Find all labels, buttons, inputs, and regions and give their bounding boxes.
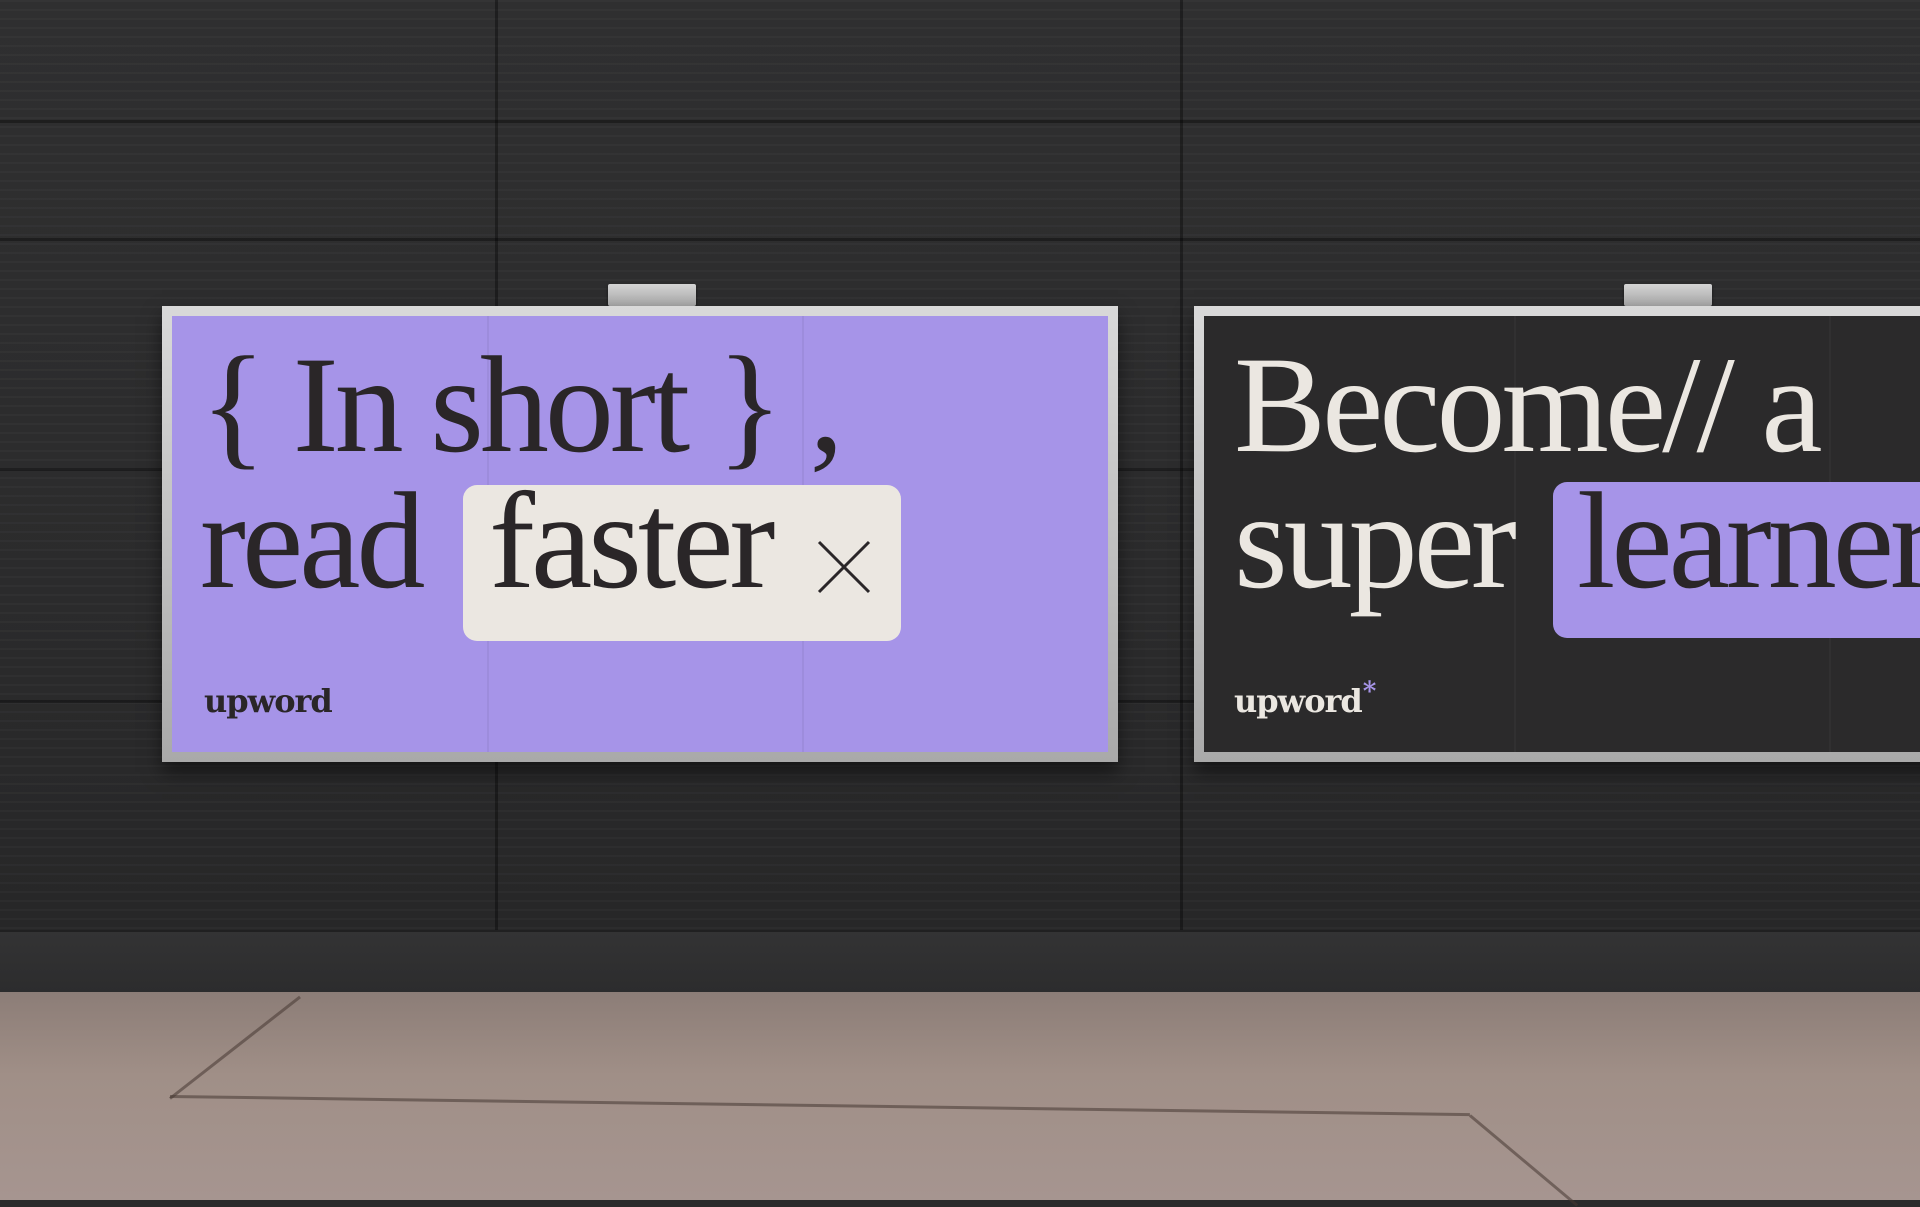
highlight-word: faster: [489, 464, 775, 617]
headline-line-1: Become// a: [1234, 328, 1823, 481]
wall-seam: [1180, 0, 1183, 990]
highlight-chip: learner: [1553, 472, 1920, 638]
upword-logo: upword*: [1234, 677, 1376, 720]
upword-logo: upword*: [204, 677, 346, 720]
highlight-chip: faster: [463, 472, 901, 641]
logo-star: *: [1362, 677, 1377, 707]
sidewalk: [0, 992, 1920, 1207]
logo-wordmark: upword: [1234, 682, 1363, 720]
billboard-bracket: [608, 284, 696, 306]
billboard-bracket: [1624, 284, 1712, 306]
wall-seam: [0, 238, 1920, 241]
highlight-word: learner: [1577, 464, 1920, 617]
billboard-poster-dark: Become// a super learner upword*: [1204, 316, 1920, 752]
billboard-frame: { In short } , read faster upword*: [162, 306, 1118, 762]
wall-base: [0, 930, 1920, 994]
sidewalk-crack: [1469, 1114, 1579, 1207]
sidewalk-crack: [169, 995, 301, 1100]
logo-star: *: [332, 677, 347, 707]
sidewalk-crack: [169, 1095, 1470, 1117]
wall-seam: [0, 120, 1920, 123]
billboard-poster-purple: { In short } , read faster upword*: [172, 316, 1108, 752]
close-icon: [817, 540, 871, 594]
headline-line-1: { In short } ,: [200, 328, 844, 481]
billboard-frame: Become// a super learner upword*: [1194, 306, 1920, 762]
logo-wordmark: upword: [204, 682, 333, 720]
headline-line-2-start: read: [200, 464, 425, 617]
headline-line-2-start: super: [1234, 464, 1517, 617]
